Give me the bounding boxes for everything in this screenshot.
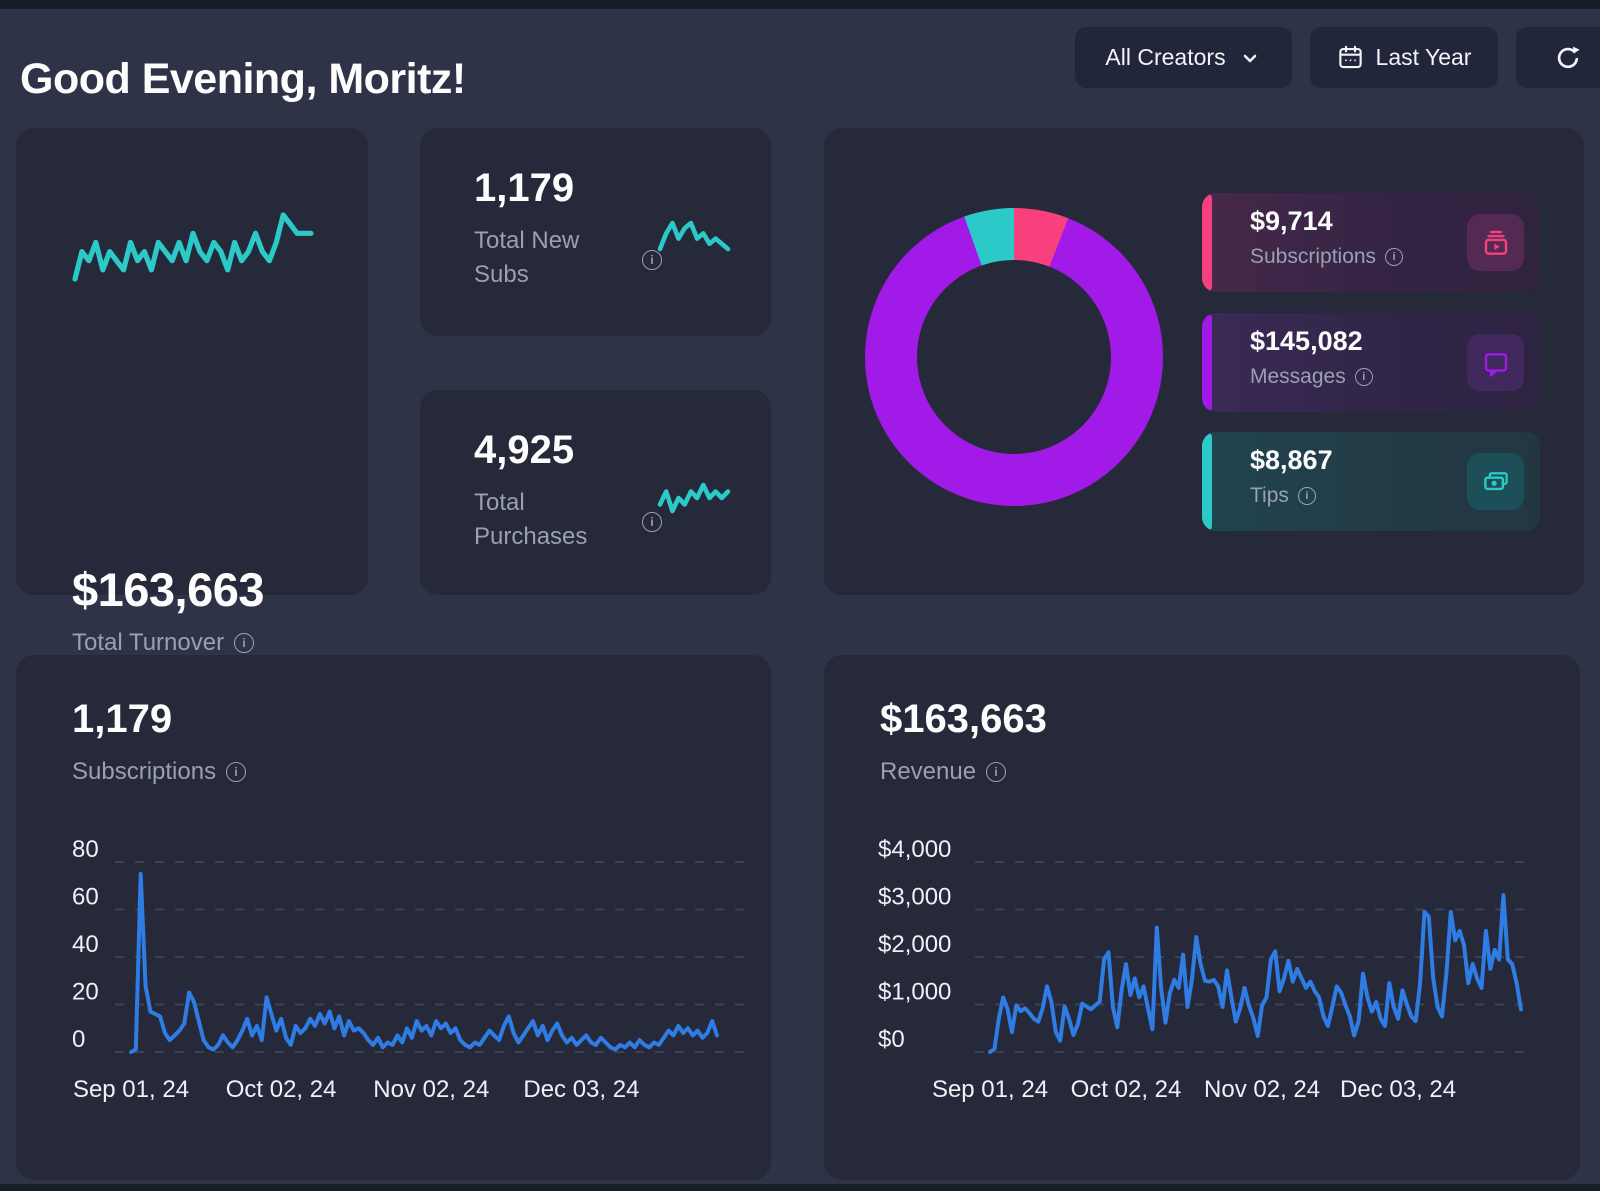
svg-text:Sep 01, 24: Sep 01, 24 <box>932 1076 1048 1103</box>
donut-hole <box>917 260 1111 454</box>
revenue-line-chart: $0 $1,000 $2,000 $3,000 $4,000 Sep 01, 24 Oct … <box>824 655 1580 1180</box>
turnover-sparkline-chart <box>71 210 315 284</box>
calendar-icon <box>1337 44 1364 71</box>
total-new-subs-label: Total New Subs <box>474 224 606 291</box>
svg-text:0: 0 <box>72 1026 85 1053</box>
subscriptions-line-chart: 0 20 40 60 80 Sep 01, 24 Oct 02, 24 Nov 02, 24 D… <box>16 655 771 1180</box>
svg-text:Dec 03, 24: Dec 03, 24 <box>523 1076 639 1103</box>
tips-amount: $8,867 <box>1250 445 1333 476</box>
bottom-chrome-bar <box>0 1184 1600 1191</box>
svg-text:Oct 02, 24: Oct 02, 24 <box>1071 1076 1182 1103</box>
info-icon[interactable]: i <box>1355 368 1373 386</box>
breakdown-row-messages: $145,082 Messages i <box>1202 313 1540 412</box>
page-title: Good Evening, Moritz! <box>20 55 466 104</box>
svg-text:Dec 03, 24: Dec 03, 24 <box>1340 1076 1456 1103</box>
svg-text:Nov 02, 24: Nov 02, 24 <box>373 1076 489 1103</box>
svg-text:40: 40 <box>72 931 99 958</box>
creators-filter-button[interactable]: All Creators <box>1075 27 1292 88</box>
total-turnover-card: $163,663 Total Turnover i <box>16 128 368 595</box>
breakdown-row-tips: $8,867 Tips i <box>1202 432 1540 531</box>
messages-amount: $145,082 <box>1250 326 1363 357</box>
svg-text:Oct 02, 24: Oct 02, 24 <box>226 1076 337 1103</box>
new-subs-sparkline-chart <box>656 218 732 254</box>
subscriptions-chart-card: 1,179 Subscriptions i 020406080Sep 01, 2… <box>16 655 771 1180</box>
subscriptions-icon <box>1467 214 1524 271</box>
refresh-icon <box>1554 44 1582 72</box>
top-chrome-bar <box>0 0 1600 9</box>
refresh-button[interactable] <box>1516 27 1600 88</box>
date-range-label: Last Year <box>1376 44 1472 71</box>
subscriptions-amount: $9,714 <box>1250 206 1333 237</box>
message-icon <box>1467 334 1524 391</box>
tips-label: Tips <box>1250 484 1289 508</box>
svg-text:80: 80 <box>72 836 99 863</box>
revenue-breakdown-card: $9,714 Subscriptions i $145,082 Messages… <box>824 128 1584 595</box>
creators-filter-label: All Creators <box>1105 44 1225 71</box>
svg-text:Nov 02, 24: Nov 02, 24 <box>1204 1076 1320 1103</box>
total-purchases-label: Total Purchases <box>474 486 606 553</box>
revenue-chart-card: $163,663 Revenue i $0$1,000$2,000$3,000$… <box>824 655 1580 1180</box>
messages-label: Messages <box>1250 365 1346 389</box>
svg-text:$1,000: $1,000 <box>878 979 951 1006</box>
total-purchases-card: 4,925 Total Purchases i <box>420 390 771 595</box>
accent-bar <box>1202 313 1212 412</box>
svg-text:Sep 01, 24: Sep 01, 24 <box>73 1076 189 1103</box>
chevron-down-icon <box>1238 46 1262 70</box>
total-purchases-value: 4,925 <box>474 428 574 473</box>
total-new-subs-value: 1,179 <box>474 166 574 211</box>
svg-text:$4,000: $4,000 <box>878 836 951 863</box>
svg-text:60: 60 <box>72 884 99 911</box>
info-icon[interactable]: i <box>1385 248 1403 266</box>
date-range-button[interactable]: Last Year <box>1310 27 1498 88</box>
total-new-subs-card: 1,179 Total New Subs i <box>420 128 771 336</box>
money-icon <box>1467 453 1524 510</box>
svg-text:$3,000: $3,000 <box>878 884 951 911</box>
purchases-sparkline-chart <box>656 480 732 516</box>
info-icon[interactable]: i <box>1298 487 1316 505</box>
svg-text:$0: $0 <box>878 1026 905 1053</box>
breakdown-row-subscriptions: $9,714 Subscriptions i <box>1202 193 1540 292</box>
svg-text:$2,000: $2,000 <box>878 931 951 958</box>
total-turnover-value: $163,663 <box>72 562 264 617</box>
info-icon[interactable]: i <box>234 633 254 653</box>
accent-bar <box>1202 193 1212 292</box>
accent-bar <box>1202 432 1212 531</box>
svg-text:20: 20 <box>72 979 99 1006</box>
subscriptions-label: Subscriptions <box>1250 245 1376 269</box>
revenue-breakdown-donut-chart <box>865 208 1163 506</box>
